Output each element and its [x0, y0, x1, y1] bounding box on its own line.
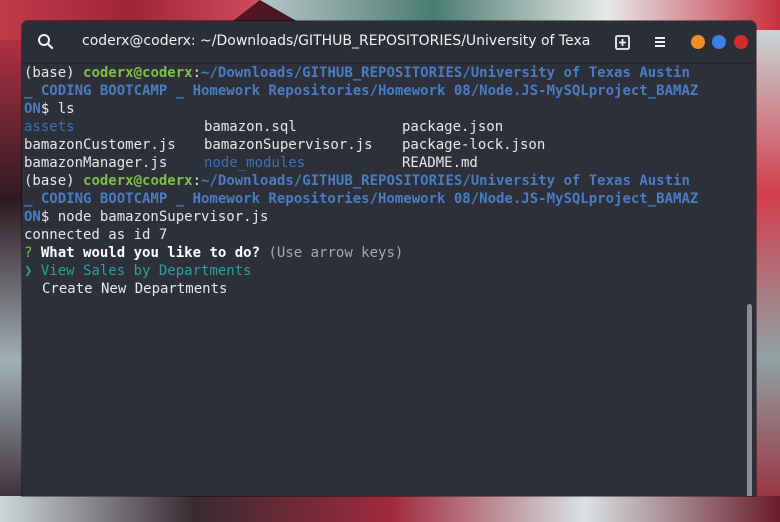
prompt-colon: : [192, 65, 202, 81]
ls-entry-dir: assets [24, 119, 75, 135]
title-bar[interactable]: coderx@coderx: ~/Downloads/GITHUB_REPOSI… [22, 21, 756, 64]
conda-env: (base) [24, 173, 84, 189]
prompt-path-cont: _ CODING BOOTCAMP _ Homework Repositorie… [24, 191, 699, 207]
conda-env: (base) [24, 65, 84, 81]
terminal-window: coderx@coderx: ~/Downloads/GITHUB_REPOSI… [22, 21, 756, 496]
prompt-question-line: ? What would you like to do? (Use arrow … [24, 244, 403, 262]
minimize-button[interactable] [691, 35, 705, 49]
ls-entry-dir: node_modules [204, 155, 306, 171]
prompt-path-cont: ON [24, 101, 41, 117]
prompt-line: (base) coderx@coderx:~/Downloads/GITHUB_… [24, 172, 690, 190]
connection-status: connected as id 7 [24, 227, 168, 243]
ls-entry: bamazonCustomer.js [24, 137, 176, 153]
question-hint: (Use arrow keys) [268, 245, 404, 261]
ls-entry: package-lock.json [402, 137, 546, 153]
prompt-colon: : [192, 173, 202, 189]
option-label: View Sales by Departments [40, 263, 252, 279]
option-label: Create New Departments [42, 281, 228, 297]
prompt-path: ~/Downloads/GITHUB_REPOSITORIES/Universi… [201, 65, 690, 81]
wallpaper-shape [756, 30, 780, 522]
ls-entry: bamazonSupervisor.js [204, 137, 373, 153]
close-button[interactable] [734, 35, 748, 49]
prompt-user: coderx@coderx [83, 173, 193, 189]
menu-option[interactable]: Create New Departments [42, 280, 227, 298]
prompt-path-cont: _ CODING BOOTCAMP _ Homework Repositorie… [24, 83, 699, 99]
pointer-icon: ❯ [24, 263, 33, 279]
question-text: What would you like to do? [40, 245, 261, 261]
ls-entry: package.json [402, 119, 504, 135]
command-text: $ node bamazonSupervisor.js [40, 209, 269, 225]
terminal-content[interactable]: (base) coderx@coderx:~/Downloads/GITHUB_… [22, 64, 738, 496]
command-text: $ ls [40, 101, 75, 117]
wallpaper-shape [0, 40, 22, 522]
question-mark: ? [24, 245, 33, 261]
search-icon[interactable] [36, 32, 56, 52]
prompt-path: ~/Downloads/GITHUB_REPOSITORIES/Universi… [201, 173, 690, 189]
prompt-path-cont: ON [24, 209, 41, 225]
scrollbar[interactable] [747, 304, 752, 496]
prompt-user: coderx@coderx [83, 65, 193, 81]
ls-entry: bamazonManager.js [24, 155, 168, 171]
wallpaper-shape [0, 496, 780, 522]
maximize-button[interactable] [712, 35, 726, 49]
ls-entry: README.md [402, 155, 478, 171]
prompt-line: (base) coderx@coderx:~/Downloads/GITHUB_… [24, 64, 690, 82]
new-tab-icon[interactable] [613, 32, 633, 52]
command-line: ON$ ls [24, 100, 75, 118]
command-line: ON$ node bamazonSupervisor.js [24, 208, 268, 226]
menu-icon[interactable] [650, 32, 670, 52]
menu-option-selected[interactable]: ❯ View Sales by Departments [24, 262, 252, 280]
window-title: coderx@coderx: ~/Downloads/GITHUB_REPOSI… [82, 33, 592, 49]
ls-entry: bamazon.sql [204, 119, 297, 135]
